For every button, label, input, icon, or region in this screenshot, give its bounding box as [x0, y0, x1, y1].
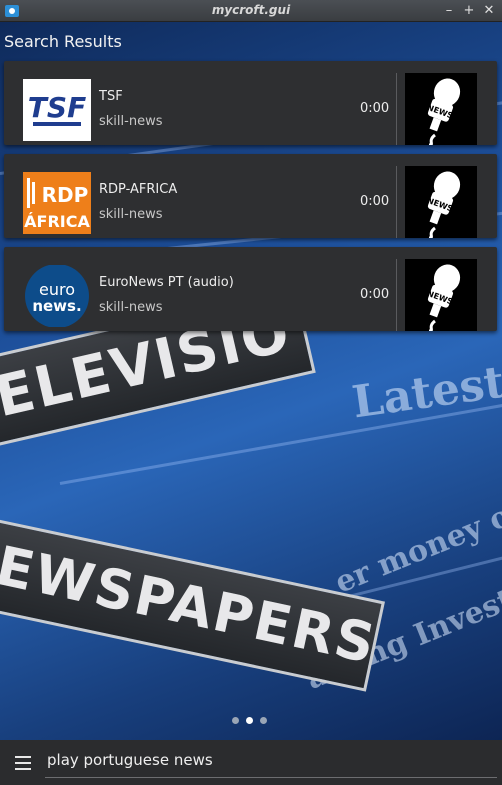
close-button[interactable]: ✕	[480, 2, 498, 20]
latest-text: Latest	[349, 356, 502, 429]
rdp-africa-logo: RDP ÁFRICA	[23, 172, 91, 234]
newspapers-sign: EWSPAPERS	[0, 514, 385, 692]
result-skill: skill-news	[99, 207, 163, 222]
card-divider	[396, 73, 397, 145]
tsf-logo: TSF	[23, 79, 91, 141]
euronews-logo: euro news.	[23, 265, 91, 327]
bottom-bar: play portuguese news	[0, 740, 502, 785]
result-duration: 0:00	[360, 287, 390, 302]
money-text: er money o	[330, 498, 502, 601]
card-divider	[396, 259, 397, 331]
page-indicator[interactable]	[230, 717, 270, 725]
news-microphone-icon[interactable]: NEWS	[405, 166, 477, 238]
result-card-rdp-africa[interactable]: RDP ÁFRICA RDP-AFRICA skill-news 0:00 NE…	[4, 154, 497, 238]
card-divider	[396, 166, 397, 238]
menu-icon[interactable]	[15, 756, 31, 770]
svg-text:ÁFRICA: ÁFRICA	[24, 212, 90, 231]
result-name: EuroNews PT (audio)	[99, 275, 234, 290]
minimize-button[interactable]: –	[440, 2, 458, 20]
svg-text:news.: news.	[32, 297, 81, 315]
result-card-tsf[interactable]: TSF TSF skill-news 0:00 NEWS	[4, 61, 497, 145]
query-input[interactable]: play portuguese news	[47, 751, 213, 769]
query-underline	[45, 777, 497, 778]
page-dot-active[interactable]	[246, 717, 253, 724]
result-skill: skill-news	[99, 114, 163, 129]
result-skill: skill-news	[99, 300, 163, 315]
result-name: TSF	[99, 89, 123, 104]
maximize-button[interactable]: +	[460, 2, 478, 20]
result-card-euronews[interactable]: euro news. EuroNews PT (audio) skill-new…	[4, 247, 497, 331]
page-title: Search Results	[4, 32, 122, 51]
svg-text:TSF: TSF	[28, 91, 86, 124]
result-duration: 0:00	[360, 101, 390, 116]
page-dot[interactable]	[260, 717, 267, 724]
page-dot[interactable]	[232, 717, 239, 724]
window-title: mycroft.gui	[211, 3, 291, 17]
svg-text:RDP: RDP	[42, 183, 89, 207]
result-name: RDP-AFRICA	[99, 182, 178, 197]
window-titlebar[interactable]: mycroft.gui – + ✕	[0, 0, 502, 22]
news-microphone-icon[interactable]: NEWS	[405, 259, 477, 331]
result-duration: 0:00	[360, 194, 390, 209]
news-microphone-icon[interactable]: NEWS	[405, 73, 477, 145]
